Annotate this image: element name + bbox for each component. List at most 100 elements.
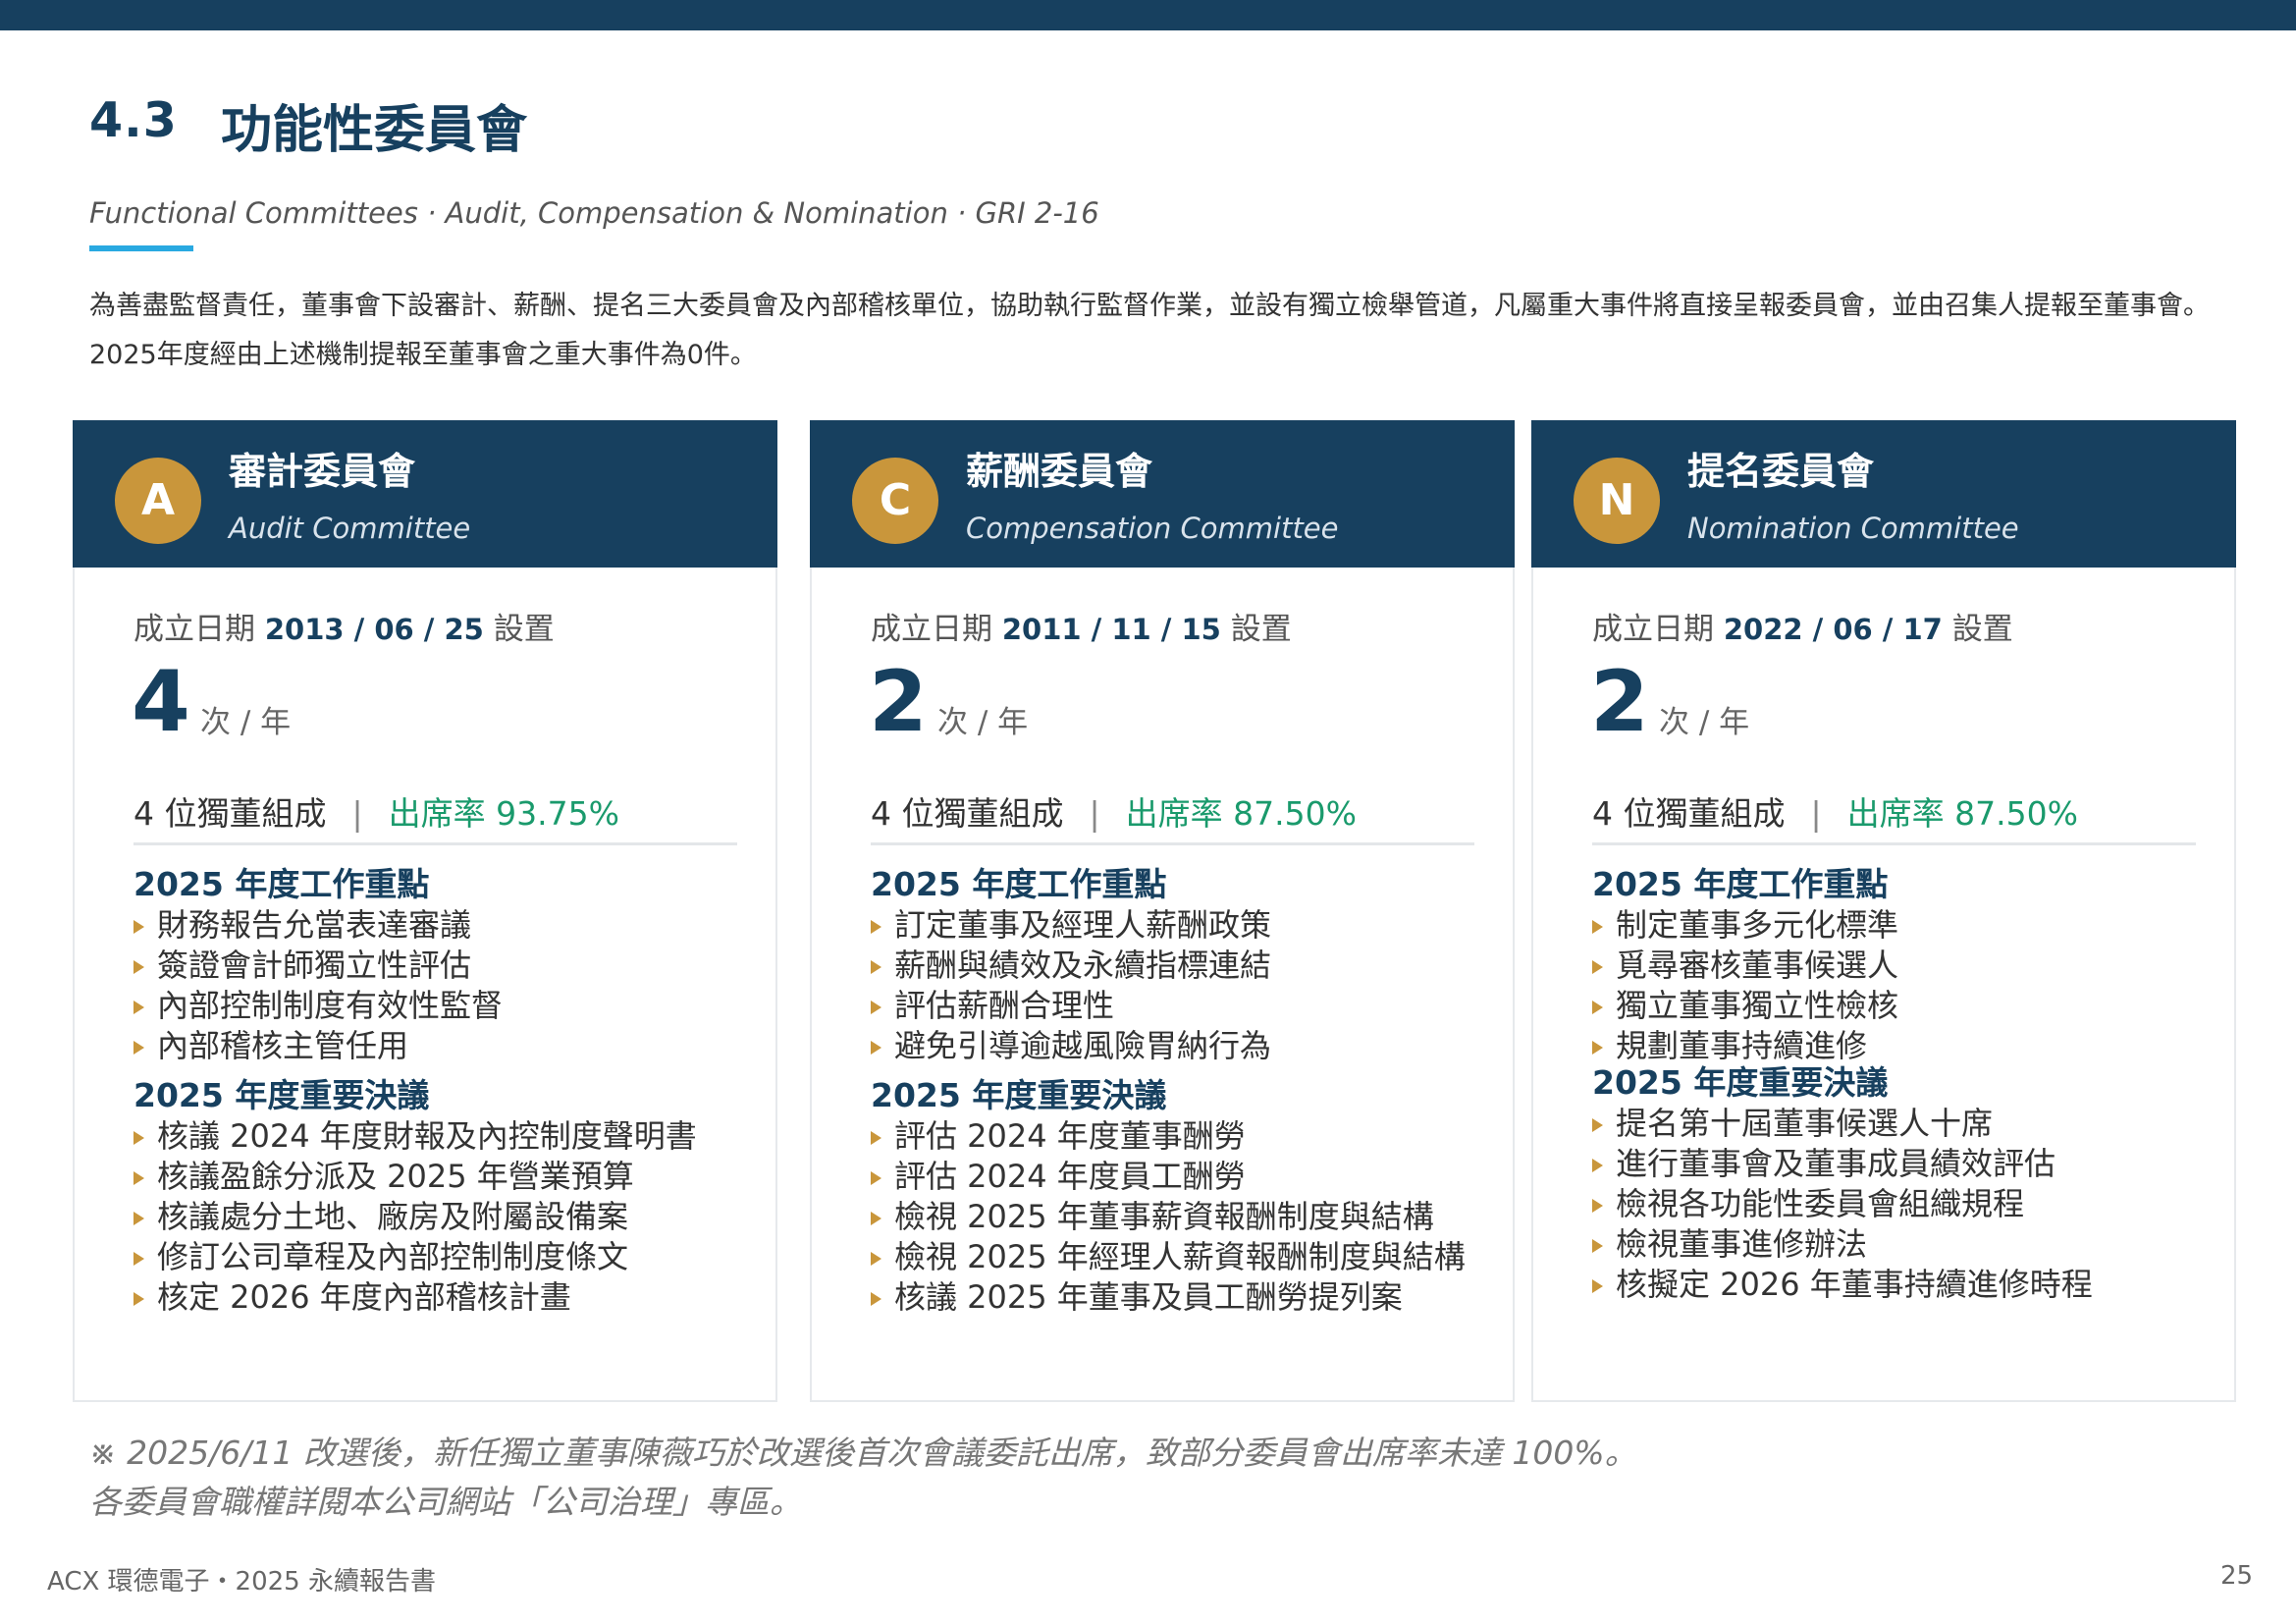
resolutions-section: 2025 年度重要決議 核議 2024 年度財報及內控制度聲明書 核議盈餘分派及… <box>133 1075 762 1318</box>
bullet-triangle-icon <box>871 920 881 934</box>
list-item: 內部稽核主管任用 <box>133 1026 762 1066</box>
list-item: 訂定董事及經理人薪酬政策 <box>871 905 1499 946</box>
list-item: 規劃董事持續進修 <box>1592 1026 2220 1066</box>
list-item: 核議盈餘分派及 2025 年營業預算 <box>133 1157 762 1197</box>
list-item: 核議處分土地、廠房及附屬設備案 <box>133 1197 762 1237</box>
established-date: 成立日期 2013 / 06 / 25 設置 <box>133 612 555 647</box>
divider <box>871 842 1474 845</box>
bullet-triangle-icon <box>871 1131 881 1145</box>
list-item: 核議 2024 年度財報及內控制度聲明書 <box>133 1116 762 1157</box>
bullet-triangle-icon <box>133 1001 144 1014</box>
frequency-unit: 次 / 年 <box>937 705 1029 740</box>
bullet-triangle-icon <box>871 1001 881 1014</box>
page-number: 25 <box>2220 1561 2254 1591</box>
footnote-line: ※ 2025/6/11 改選後，新任獨立董事陳薇巧於改選後首次會議委託出席，致部… <box>89 1434 1637 1472</box>
list-item: 進行董事會及董事成員績效評估 <box>1592 1144 2220 1184</box>
list-item: 評估薪酬合理性 <box>871 986 1499 1026</box>
list-item: 薪酬與績效及永續指標連結 <box>871 946 1499 986</box>
bullet-triangle-icon <box>871 1171 881 1185</box>
meeting-frequency: 2 <box>869 653 928 751</box>
divider <box>1592 842 2196 845</box>
list-item: 核擬定 2026 年董事持續進修時程 <box>1592 1265 2220 1305</box>
bullet-triangle-icon <box>133 1131 144 1145</box>
bullet-triangle-icon <box>133 1212 144 1225</box>
card-header: N 提名委員會 Nomination Committee <box>1531 420 2236 568</box>
bullet-triangle-icon <box>1592 1041 1603 1055</box>
section-heading: 2025 年度工作重點 <box>871 865 1167 903</box>
frequency-unit: 次 / 年 <box>200 705 292 740</box>
committee-subtitle: Nomination Committee <box>1687 512 2019 545</box>
committee-badge: N <box>1574 458 1660 544</box>
list-item: 檢視各功能性委員會組織規程 <box>1592 1184 2220 1224</box>
compensation-committee-card: C 薪酬委員會 Compensation Committee 成立日期 2011… <box>810 420 1515 1402</box>
list-item: 檢視 2025 年經理人薪資報酬制度與結構 <box>871 1237 1499 1277</box>
section-number: 4.3 <box>89 92 178 148</box>
footnote-line: 各委員會職權詳閱本公司網站「公司治理」專區。 <box>89 1483 802 1521</box>
list-item: 提名第十屆董事候選人十席 <box>1592 1104 2220 1144</box>
committee-badge: C <box>852 458 938 544</box>
page-subtitle: Functional Committees · Audit, Compensat… <box>89 196 1099 230</box>
page-title: 功能性委員會 <box>221 101 528 160</box>
attendance-rate: 出席率 87.50% <box>1125 794 1357 833</box>
work-focus-section: 2025 年度工作重點 訂定董事及經理人薪酬政策 薪酬與績效及永續指標連結 評估… <box>871 864 1499 1066</box>
list-item: 評估 2024 年度董事酬勞 <box>871 1116 1499 1157</box>
established-date: 成立日期 2022 / 06 / 17 設置 <box>1592 612 2013 647</box>
footer-text: ACX 環德電子・2025 永續報告書 <box>47 1567 436 1597</box>
meeting-frequency: 2 <box>1590 653 1649 751</box>
bullet-triangle-icon <box>133 1041 144 1055</box>
list-item: 簽證會計師獨立性評估 <box>133 946 762 986</box>
bullet-triangle-icon <box>871 1041 881 1055</box>
section-heading: 2025 年度重要決議 <box>133 1076 430 1114</box>
committee-title: 提名委員會 <box>1687 450 1875 493</box>
attendance-rate: 出席率 87.50% <box>1846 794 2078 833</box>
bullet-triangle-icon <box>133 1171 144 1185</box>
member-stats: 4 位獨董組成 | 出席率 87.50% <box>871 794 1357 833</box>
list-item: 制定董事多元化標準 <box>1592 905 2220 946</box>
audit-committee-card: A 審計委員會 Audit Committee 成立日期 2013 / 06 /… <box>73 420 777 1402</box>
list-item: 避免引導逾越風險胃納行為 <box>871 1026 1499 1066</box>
bullet-triangle-icon <box>1592 920 1603 934</box>
section-heading: 2025 年度工作重點 <box>133 865 430 903</box>
bullet-triangle-icon <box>1592 1001 1603 1014</box>
card-header: C 薪酬委員會 Compensation Committee <box>810 420 1515 568</box>
committee-subtitle: Audit Committee <box>229 512 471 545</box>
committee-subtitle: Compensation Committee <box>966 512 1339 545</box>
list-item: 覓尋審核董事候選人 <box>1592 946 2220 986</box>
bullet-triangle-icon <box>871 1212 881 1225</box>
frequency-unit: 次 / 年 <box>1659 705 1750 740</box>
section-heading: 2025 年度工作重點 <box>1592 865 1889 903</box>
bullet-triangle-icon <box>133 1292 144 1306</box>
bullet-triangle-icon <box>1592 960 1603 974</box>
bullet-triangle-icon <box>1592 1199 1603 1213</box>
member-count: 4 位獨董組成 <box>133 794 327 833</box>
committee-badge: A <box>115 458 201 544</box>
member-stats: 4 位獨董組成 | 出席率 93.75% <box>133 794 619 833</box>
footnote: ※ 2025/6/11 改選後，新任獨立董事陳薇巧於改選後首次會議委託出席，致部… <box>89 1429 1637 1527</box>
bullet-triangle-icon <box>133 920 144 934</box>
nomination-committee-card: N 提名委員會 Nomination Committee 成立日期 2022 /… <box>1531 420 2236 1402</box>
work-focus-section: 2025 年度工作重點 制定董事多元化標準 覓尋審核董事候選人 獨立董事獨立性檢… <box>1592 864 2220 1066</box>
list-item: 評估 2024 年度員工酬勞 <box>871 1157 1499 1197</box>
member-count: 4 位獨董組成 <box>871 794 1064 833</box>
list-item: 核定 2026 年度內部稽核計畫 <box>133 1277 762 1318</box>
section-heading: 2025 年度重要決議 <box>1592 1063 1889 1102</box>
meeting-frequency: 4 <box>132 653 190 751</box>
accent-underline <box>89 245 193 251</box>
bullet-triangle-icon <box>1592 1279 1603 1293</box>
bullet-triangle-icon <box>871 1252 881 1266</box>
card-header: A 審計委員會 Audit Committee <box>73 420 777 568</box>
bullet-triangle-icon <box>133 1252 144 1266</box>
divider <box>133 842 737 845</box>
bullet-triangle-icon <box>1592 1118 1603 1132</box>
list-item: 財務報告允當表達審議 <box>133 905 762 946</box>
established-date: 成立日期 2011 / 11 / 15 設置 <box>871 612 1292 647</box>
committee-title: 審計委員會 <box>229 450 416 493</box>
work-focus-section: 2025 年度工作重點 財務報告允當表達審議 簽證會計師獨立性評估 內部控制制度… <box>133 864 762 1066</box>
committee-title: 薪酬委員會 <box>966 450 1153 493</box>
bullet-triangle-icon <box>871 1292 881 1306</box>
member-count: 4 位獨董組成 <box>1592 794 1786 833</box>
resolutions-section: 2025 年度重要決議 提名第十屆董事候選人十席 進行董事會及董事成員績效評估 … <box>1592 1062 2220 1305</box>
bullet-triangle-icon <box>871 960 881 974</box>
bullet-triangle-icon <box>1592 1239 1603 1253</box>
list-item: 修訂公司章程及內部控制制度條文 <box>133 1237 762 1277</box>
